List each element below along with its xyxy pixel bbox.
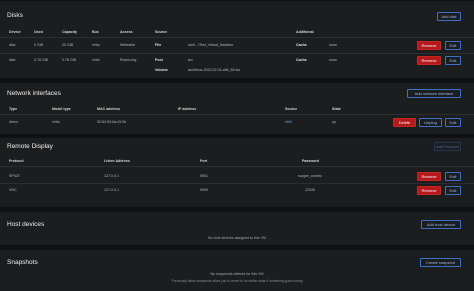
col-device: Device — [9, 30, 21, 34]
add-host-device-button[interactable]: Add host device — [421, 220, 461, 229]
col-ip-address: IP address — [178, 107, 197, 111]
col-source: Source — [155, 30, 168, 34]
remote-display-card: Remote Display Add Protocol Protocol Lis… — [0, 137, 474, 207]
edit-disk-button[interactable]: Edit — [445, 56, 461, 65]
snapshots-empty-hint: Previously taken snapshots allow you to … — [171, 279, 303, 283]
snapshots-card: Snapshots Create snapshot No snapshots d… — [0, 249, 474, 291]
add-network-interface-button[interactable]: Add network interface — [407, 89, 461, 98]
display-password: 12345 — [305, 188, 315, 192]
edit-disk-button[interactable]: Edit — [445, 41, 461, 50]
col-type: Type — [9, 107, 18, 111]
display-password: supper_combo — [298, 174, 322, 178]
disk-volume-label: Volume — [155, 68, 168, 72]
disk-additional-value: none — [329, 58, 337, 62]
disk-used: 0.78 GiB — [34, 58, 48, 62]
disk-used: 0 GiB — [34, 43, 43, 47]
disks-card: Disks Add disk Device Used Capacity Bus … — [0, 0, 474, 78]
snapshots-empty-state: No snapshots defined for this VM — [210, 272, 264, 276]
edit-nic-button[interactable]: Edit — [445, 118, 461, 127]
col-mac-address: MAC address — [97, 107, 120, 111]
disk-bus: virtio — [92, 58, 100, 62]
nic-mac: 52:54:00:0a:43:2b — [97, 120, 126, 124]
disk-additional-label: Cache — [296, 43, 307, 47]
nic-state: up — [332, 120, 336, 124]
col-additional: Additional — [296, 30, 314, 34]
edit-protocol-button[interactable]: Edit — [445, 172, 461, 181]
table-row: VNC — [9, 188, 17, 192]
disk-bus: virtio — [92, 43, 100, 47]
nic-model: virtio — [52, 120, 60, 124]
col-used: Used — [34, 30, 43, 34]
add-protocol-button[interactable]: Add Protocol — [434, 142, 461, 151]
disk-additional-value: none — [329, 43, 337, 47]
add-disk-button[interactable]: Add disk — [437, 12, 461, 21]
display-address: 127.0.0.1 — [104, 174, 119, 178]
table-row: disk — [9, 43, 16, 47]
col-password: Password — [302, 159, 319, 163]
table-row: SPICE — [9, 174, 20, 178]
disk-capacity: 0.78 GiB — [62, 58, 76, 62]
delete-nic-button[interactable]: Delete — [393, 118, 416, 127]
snapshots-title: Snapshots — [7, 259, 38, 266]
remove-disk-button[interactable]: Remove — [417, 41, 441, 50]
edit-protocol-button[interactable]: Edit — [445, 186, 461, 195]
col-model-type: Model type — [52, 107, 71, 111]
host-devices-card: Host devices Add host device No host dev… — [0, 211, 474, 245]
network-card: Network interfaces Add network interface… — [0, 82, 474, 134]
disk-pool-label: Pool — [155, 58, 163, 62]
unplug-nic-button[interactable]: Unplug — [419, 118, 442, 127]
remove-disk-button[interactable]: Remove — [417, 56, 441, 65]
col-access: Access — [120, 30, 133, 34]
disk-source-value: /ant/.../Test_Virtual_Machine — [188, 43, 234, 47]
display-port: 5901 — [200, 174, 208, 178]
disk-volume-value: archlinux-2022.02.01-x86_64.iso — [188, 68, 241, 72]
col-source: Source — [285, 107, 298, 111]
disk-access: Read-only — [120, 58, 137, 62]
col-capacity: Capacity — [62, 30, 77, 34]
col-port: Port — [200, 159, 208, 163]
host-devices-title: Host devices — [7, 221, 45, 228]
disk-pool-value: iso — [188, 58, 193, 62]
nic-source-link[interactable]: eth0 — [285, 120, 292, 124]
display-port: 5900 — [200, 188, 208, 192]
network-title: Network interfaces — [7, 90, 61, 97]
disk-access: Writeable — [120, 43, 136, 47]
table-row: direct — [9, 120, 18, 124]
remove-protocol-button[interactable]: Remove — [417, 186, 441, 195]
disk-additional-label: Cache — [296, 58, 307, 62]
host-devices-empty-state: No host devices assigned to this VM — [208, 236, 266, 240]
create-snapshot-button[interactable]: Create snapshot — [420, 258, 461, 267]
table-row: disk — [9, 58, 16, 62]
col-state: State — [332, 107, 341, 111]
col-listen-address: Listen Address — [104, 159, 130, 163]
display-address: 127.0.0.1 — [104, 188, 119, 192]
remove-protocol-button[interactable]: Remove — [417, 172, 441, 181]
col-bus: Bus — [92, 30, 99, 34]
disk-source-label: File — [155, 43, 162, 47]
remote-display-title: Remote Display — [7, 143, 53, 150]
disks-title: Disks — [7, 12, 23, 19]
disk-capacity: 20 GiB — [62, 43, 73, 47]
col-protocol: Protocol — [9, 159, 24, 163]
